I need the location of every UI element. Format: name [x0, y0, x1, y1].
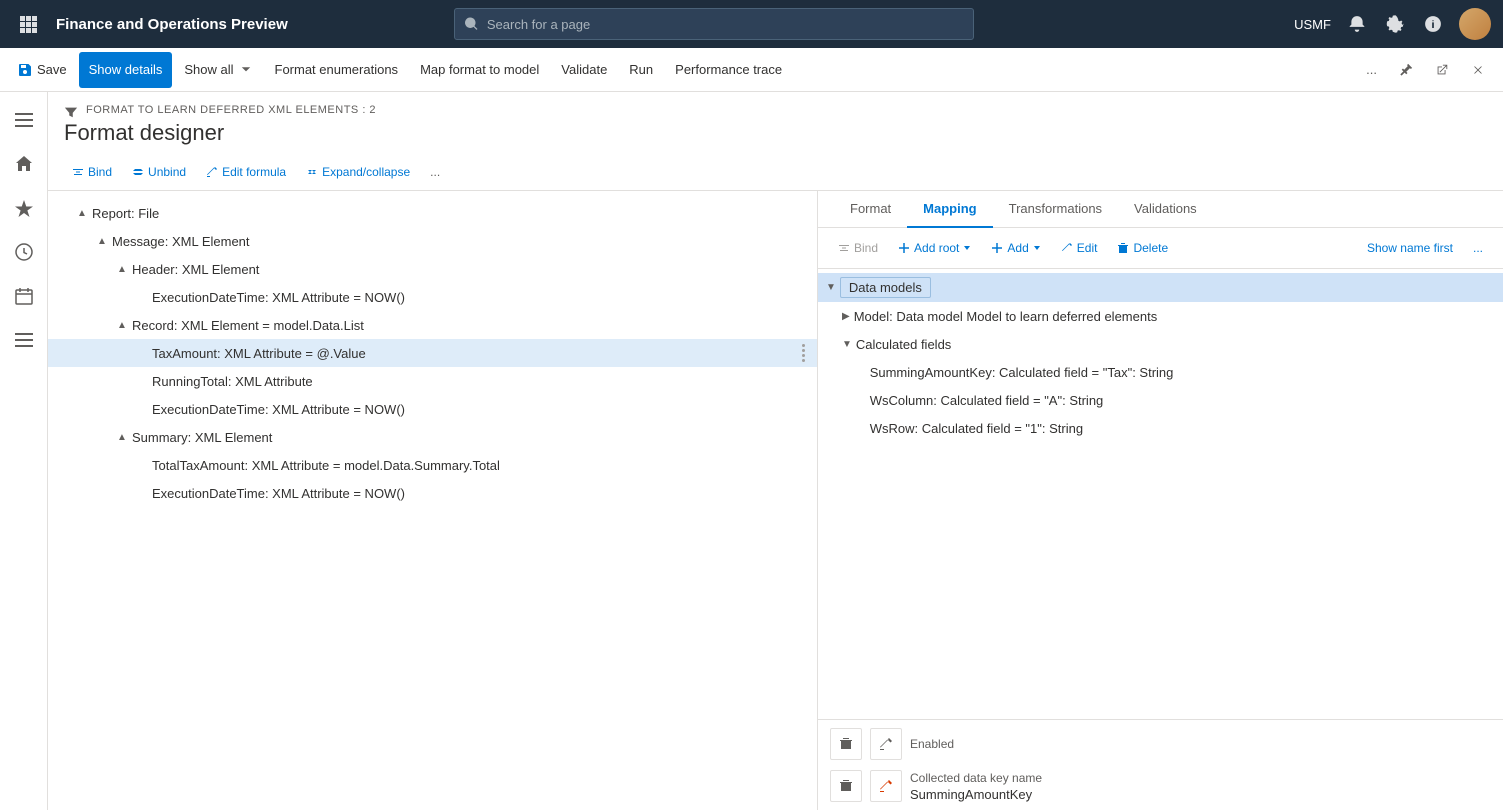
show-all-button[interactable]: Show all: [174, 52, 262, 88]
delete-key-button[interactable]: [830, 770, 862, 802]
mapping-tabs: Format Mapping Transformations Validatio…: [818, 191, 1503, 228]
map-format-to-model-button[interactable]: Map format to model: [410, 52, 549, 88]
notification-icon[interactable]: [1345, 12, 1369, 36]
save-button[interactable]: Save: [8, 52, 77, 88]
show-details-button[interactable]: Show details: [79, 52, 173, 88]
more-options-button[interactable]: ...: [1356, 52, 1387, 88]
help-icon[interactable]: [1421, 12, 1445, 36]
add-button[interactable]: Add: [983, 234, 1048, 262]
tree-item-exec-datetime-summary[interactable]: ▲ ExecutionDateTime: XML Attribute = NOW…: [48, 479, 817, 507]
tree-item-running-total[interactable]: ▲ RunningTotal: XML Attribute: [48, 367, 817, 395]
bottom-row-enabled: Enabled: [830, 728, 1491, 760]
mapping-tree: ▼ Data models ▶ Model: Data model Model …: [818, 269, 1503, 719]
tree-item-report-file[interactable]: ▲ Report: File: [48, 199, 817, 227]
app-layout: FORMAT TO LEARN DEFERRED XML ELEMENTS : …: [0, 92, 1503, 810]
tree-item-exec-datetime-header[interactable]: ▲ ExecutionDateTime: XML Attribute = NOW…: [48, 283, 817, 311]
avatar[interactable]: [1459, 8, 1491, 40]
expand-collapse-button[interactable]: Expand/collapse: [298, 158, 418, 186]
tree-toggle-summary[interactable]: ▲: [116, 431, 128, 443]
map-item-wsrow[interactable]: ▶ WsRow: Calculated field = "1": String: [818, 414, 1503, 442]
bottom-row-key-name: Collected data key name SummingAmountKey: [830, 770, 1491, 802]
tree-item-header[interactable]: ▲ Header: XML Element: [48, 255, 817, 283]
left-nav: [0, 92, 48, 810]
tree-item-summary[interactable]: ▲ Summary: XML Element: [48, 423, 817, 451]
add-root-button[interactable]: Add root: [890, 234, 979, 262]
tab-mapping[interactable]: Mapping: [907, 191, 992, 228]
cmd-right: ...: [1356, 52, 1495, 88]
nav-calendar-icon[interactable]: [4, 276, 44, 316]
bind-button[interactable]: Bind: [64, 158, 120, 186]
top-bar-right: USMF: [1294, 8, 1491, 40]
app-grid-icon[interactable]: [12, 8, 44, 40]
tab-format[interactable]: Format: [834, 191, 907, 228]
user-label: USMF: [1294, 17, 1331, 32]
edit-enabled-button[interactable]: [870, 728, 902, 760]
pin-button[interactable]: [1389, 52, 1423, 88]
app-title: Finance and Operations Preview: [56, 16, 288, 33]
main-content: FORMAT TO LEARN DEFERRED XML ELEMENTS : …: [48, 92, 1503, 810]
tree-toggle-record[interactable]: ▲: [116, 319, 128, 331]
delete-button[interactable]: Delete: [1109, 234, 1176, 262]
tree-toggle-header[interactable]: ▲: [116, 263, 128, 275]
top-bar: Finance and Operations Preview USMF: [0, 0, 1503, 48]
tree-item-taxamount[interactable]: ▲ TaxAmount: XML Attribute = @.Value: [48, 339, 817, 367]
search-input[interactable]: [487, 17, 963, 32]
open-in-new-button[interactable]: [1425, 52, 1459, 88]
tab-transformations[interactable]: Transformations: [993, 191, 1118, 228]
map-item-calculated-fields[interactable]: ▼ Calculated fields: [818, 330, 1503, 358]
page-title: Format designer: [64, 120, 1487, 146]
mapping-more-button[interactable]: ...: [1465, 234, 1491, 262]
map-toggle-model: ▶: [842, 311, 850, 322]
tab-validations[interactable]: Validations: [1118, 191, 1213, 228]
format-panel: ▲ Report: File ▲ Message: XML Element ▲ …: [48, 191, 818, 810]
edit-button[interactable]: Edit: [1053, 234, 1106, 262]
tree-item-message[interactable]: ▲ Message: XML Element: [48, 227, 817, 255]
nav-home-icon[interactable]: [4, 144, 44, 184]
show-name-first-button[interactable]: Show name first: [1359, 234, 1461, 262]
tree-toggle-report[interactable]: ▲: [76, 207, 88, 219]
nav-menu-icon[interactable]: [4, 100, 44, 140]
breadcrumb: FORMAT TO LEARN DEFERRED XML ELEMENTS : …: [86, 104, 376, 116]
nav-recent-icon[interactable]: [4, 232, 44, 272]
page-header: FORMAT TO LEARN DEFERRED XML ELEMENTS : …: [48, 92, 1503, 154]
search-bar[interactable]: [454, 8, 974, 40]
more-toolbar-button[interactable]: ...: [422, 158, 448, 186]
performance-trace-button[interactable]: Performance trace: [665, 52, 792, 88]
nav-favorites-icon[interactable]: [4, 188, 44, 228]
filter-icon[interactable]: [64, 105, 78, 119]
settings-icon[interactable]: [1383, 12, 1407, 36]
validate-button[interactable]: Validate: [551, 52, 617, 88]
edit-key-button[interactable]: [870, 770, 902, 802]
delete-enabled-button[interactable]: [830, 728, 862, 760]
mapping-bind-button[interactable]: Bind: [830, 234, 886, 262]
key-name-value: SummingAmountKey: [910, 787, 1042, 802]
map-item-data-models[interactable]: ▼ Data models: [818, 273, 1503, 302]
edit-formula-button[interactable]: Edit formula: [198, 158, 294, 186]
mapping-panel: Format Mapping Transformations Validatio…: [818, 191, 1503, 810]
map-toggle-datamodels: ▼: [826, 282, 836, 293]
command-bar: Save Show details Show all Format enumer…: [0, 48, 1503, 92]
tree-item-exec-datetime-record[interactable]: ▲ ExecutionDateTime: XML Attribute = NOW…: [48, 395, 817, 423]
key-name-label: Collected data key name: [910, 771, 1042, 785]
enabled-label: Enabled: [910, 737, 954, 751]
map-item-wscolumn[interactable]: ▶ WsColumn: Calculated field = "A": Stri…: [818, 386, 1503, 414]
vertical-drag-handle: [802, 344, 809, 362]
map-toggle-calc: ▼: [842, 339, 852, 350]
tree-toggle-message[interactable]: ▲: [96, 235, 108, 247]
run-button[interactable]: Run: [619, 52, 663, 88]
toolbar-row: Bind Unbind Edit formula Expand/collapse…: [48, 154, 1503, 191]
map-item-model[interactable]: ▶ Model: Data model Model to learn defer…: [818, 302, 1503, 330]
mapping-toolbar: Bind Add root Add Edit: [818, 228, 1503, 269]
map-item-summing-amount-key[interactable]: ▶ SummingAmountKey: Calculated field = "…: [818, 358, 1503, 386]
unbind-button[interactable]: Unbind: [124, 158, 194, 186]
tree-item-record[interactable]: ▲ Record: XML Element = model.Data.List: [48, 311, 817, 339]
close-button[interactable]: [1461, 52, 1495, 88]
nav-list-icon[interactable]: [4, 320, 44, 360]
split-area: ▲ Report: File ▲ Message: XML Element ▲ …: [48, 191, 1503, 810]
format-enumerations-button[interactable]: Format enumerations: [265, 52, 409, 88]
tree-item-total-tax[interactable]: ▲ TotalTaxAmount: XML Attribute = model.…: [48, 451, 817, 479]
bottom-panel: Enabled Coll: [818, 719, 1503, 810]
